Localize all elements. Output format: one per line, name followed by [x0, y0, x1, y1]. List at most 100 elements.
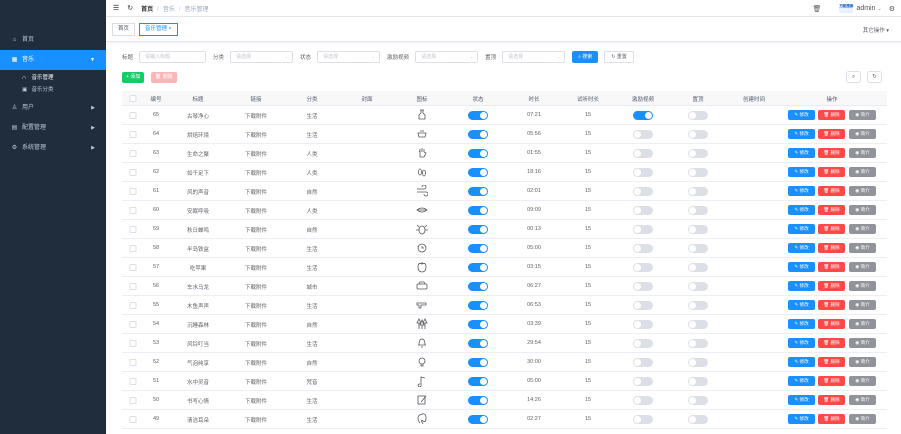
- tag-music-manage[interactable]: 音乐管理 ×: [139, 23, 178, 36]
- intro-button[interactable]: ◉ 简介: [849, 319, 876, 329]
- video-switch[interactable]: [633, 206, 653, 215]
- search-button[interactable]: ⌕ 搜索: [572, 50, 599, 63]
- video-switch[interactable]: [633, 130, 653, 139]
- top-switch[interactable]: [688, 282, 708, 291]
- status-switch[interactable]: [468, 263, 488, 272]
- row-checkbox[interactable]: [129, 397, 137, 404]
- status-switch[interactable]: [468, 320, 488, 329]
- video-switch[interactable]: [633, 396, 653, 405]
- edit-button[interactable]: ✎ 修改: [788, 281, 815, 291]
- download-link[interactable]: 下载附件: [245, 378, 267, 386]
- row-checkbox[interactable]: [129, 150, 137, 157]
- status-switch[interactable]: [468, 225, 488, 234]
- intro-button[interactable]: ◉ 简介: [849, 414, 876, 424]
- edit-button[interactable]: ✎ 修改: [788, 167, 815, 177]
- row-checkbox[interactable]: [129, 207, 137, 214]
- sidebar-item-home[interactable]: ⌂ 首页: [0, 30, 106, 50]
- edit-button[interactable]: ✎ 修改: [788, 243, 815, 253]
- intro-button[interactable]: ◉ 简介: [849, 205, 876, 215]
- edit-button[interactable]: ✎ 修改: [788, 395, 815, 405]
- search-toggle-button[interactable]: ⌕: [846, 71, 861, 83]
- status-switch[interactable]: [468, 206, 488, 215]
- settings-icon[interactable]: ⚙: [889, 5, 895, 13]
- video-switch[interactable]: [633, 377, 653, 386]
- delete-button[interactable]: 🗑 删除: [818, 395, 845, 405]
- intro-button[interactable]: ◉ 简介: [849, 395, 876, 405]
- intro-button[interactable]: ◉ 简介: [849, 110, 876, 120]
- top-switch[interactable]: [688, 358, 708, 367]
- intro-button[interactable]: ◉ 简介: [849, 186, 876, 196]
- trash-icon[interactable]: 🗑: [813, 5, 822, 13]
- refresh-icon[interactable]: ↻: [127, 4, 133, 12]
- row-checkbox[interactable]: [129, 359, 137, 366]
- download-link[interactable]: 下载附件: [245, 340, 267, 348]
- more-ops-dropdown[interactable]: 其它操作 ▾: [863, 26, 889, 34]
- status-select[interactable]: 请选择 ⌄: [317, 50, 381, 63]
- video-switch[interactable]: [633, 339, 653, 348]
- status-switch[interactable]: [468, 282, 488, 291]
- row-checkbox[interactable]: [129, 283, 137, 290]
- status-switch[interactable]: [468, 244, 488, 253]
- download-link[interactable]: 下载附件: [245, 226, 267, 234]
- download-link[interactable]: 下载附件: [245, 416, 267, 424]
- sidebar-subitem-music-category[interactable]: ▣ 音乐分类: [0, 84, 106, 96]
- title-input[interactable]: 请输入标题: [139, 50, 207, 63]
- video-switch[interactable]: [633, 415, 653, 424]
- intro-button[interactable]: ◉ 简介: [849, 224, 876, 234]
- download-link[interactable]: 下载附件: [245, 397, 267, 405]
- tag-home[interactable]: 首页: [112, 23, 136, 36]
- edit-button[interactable]: ✎ 修改: [788, 224, 815, 234]
- edit-button[interactable]: ✎ 修改: [788, 129, 815, 139]
- intro-button[interactable]: ◉ 简介: [849, 129, 876, 139]
- row-checkbox[interactable]: [129, 321, 137, 328]
- download-link[interactable]: 下载附件: [245, 302, 267, 310]
- delete-button[interactable]: 🗑 删除: [818, 357, 845, 367]
- video-switch[interactable]: [633, 225, 653, 234]
- delete-button[interactable]: 🗑 删除: [818, 414, 845, 424]
- delete-button[interactable]: 🗑 删除: [818, 110, 845, 120]
- status-switch[interactable]: [468, 339, 488, 348]
- download-link[interactable]: 下载附件: [245, 245, 267, 253]
- delete-button[interactable]: 🗑 删除: [818, 224, 845, 234]
- download-link[interactable]: 下载附件: [245, 207, 267, 215]
- intro-button[interactable]: ◉ 简介: [849, 262, 876, 272]
- download-link[interactable]: 下载附件: [245, 150, 267, 158]
- download-link[interactable]: 下载附件: [245, 321, 267, 329]
- sidebar-subitem-music-manage[interactable]: ∩ 音乐管理: [0, 72, 106, 84]
- video-switch[interactable]: [633, 358, 653, 367]
- select-all-checkbox[interactable]: [129, 95, 137, 102]
- video-switch[interactable]: [633, 149, 653, 158]
- top-switch[interactable]: [688, 377, 708, 386]
- top-switch[interactable]: [688, 206, 708, 215]
- status-switch[interactable]: [468, 168, 488, 177]
- category-select[interactable]: 请选择 ⌄: [230, 50, 294, 63]
- delete-button[interactable]: 🗑 删除: [818, 243, 845, 253]
- row-checkbox[interactable]: [129, 112, 137, 119]
- intro-button[interactable]: ◉ 简介: [849, 338, 876, 348]
- status-switch[interactable]: [468, 111, 488, 120]
- video-switch[interactable]: [633, 168, 653, 177]
- delete-button[interactable]: 🗑 删除: [818, 319, 845, 329]
- video-switch[interactable]: [633, 301, 653, 310]
- top-switch[interactable]: [688, 301, 708, 310]
- status-switch[interactable]: [468, 377, 488, 386]
- top-switch[interactable]: [688, 168, 708, 177]
- status-switch[interactable]: [468, 130, 488, 139]
- top-switch[interactable]: [688, 130, 708, 139]
- hamburger-icon[interactable]: ☰: [113, 4, 119, 12]
- intro-button[interactable]: ◉ 简介: [849, 300, 876, 310]
- download-link[interactable]: 下载附件: [245, 188, 267, 196]
- download-link[interactable]: 下载附件: [245, 359, 267, 367]
- row-checkbox[interactable]: [129, 245, 137, 252]
- row-checkbox[interactable]: [129, 416, 137, 423]
- top-switch[interactable]: [688, 396, 708, 405]
- top-switch[interactable]: [688, 187, 708, 196]
- top-switch[interactable]: [688, 244, 708, 253]
- top-switch[interactable]: [688, 149, 708, 158]
- top-select[interactable]: 请选择 ⌄: [502, 50, 566, 63]
- edit-button[interactable]: ✎ 修改: [788, 300, 815, 310]
- delete-selected-button[interactable]: 🗑 删除: [151, 72, 177, 83]
- row-checkbox[interactable]: [129, 378, 137, 385]
- video-switch[interactable]: [633, 263, 653, 272]
- status-switch[interactable]: [468, 187, 488, 196]
